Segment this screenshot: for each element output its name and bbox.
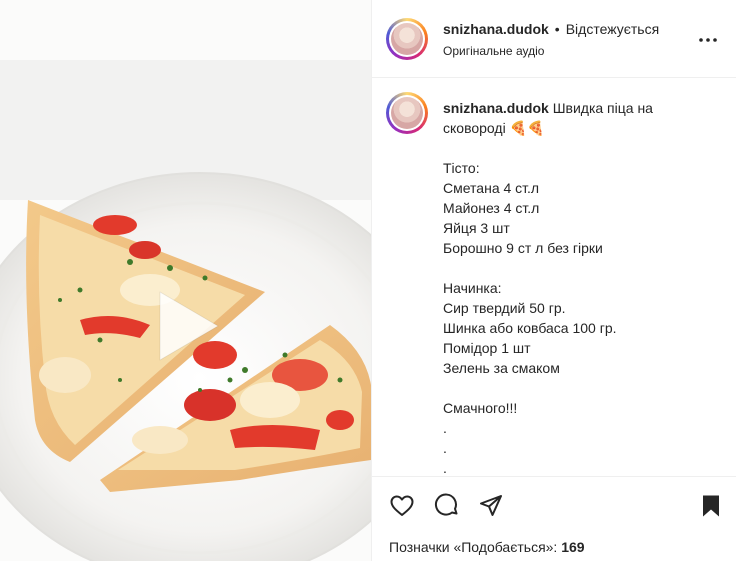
caption-lines: Тісто: Сметана 4 ст.л Майонез 4 ст.л Яйця 3… — [443, 138, 703, 476]
header-line: snizhana.dudok • Відстежується — [443, 21, 659, 37]
post-side-panel: snizhana.dudok • Відстежується Оригінальне… — [371, 0, 736, 561]
caption-line: . — [443, 440, 447, 456]
separator-dot: • — [554, 21, 560, 37]
caption-username[interactable]: snizhana.dudok — [443, 100, 549, 116]
post-header: snizhana.dudok • Відстежується Оригінальне… — [372, 0, 736, 78]
caption-text: snizhana.dudok Швидка піца на сковороді … — [443, 98, 703, 476]
caption-line: Тісто: — [443, 160, 480, 176]
caption-line: Борошно 9 ст л без гірки — [443, 240, 603, 256]
caption-line: . — [443, 420, 447, 436]
post-media[interactable] — [0, 0, 371, 561]
caption-line: Майонез 4 ст.л — [443, 200, 540, 216]
likes-count[interactable]: Позначки «Подобається»: 169 — [389, 539, 585, 555]
likes-number: 169 — [561, 539, 585, 555]
caption-avatar[interactable] — [386, 92, 428, 134]
caption-line: Шинка або ковбаса 100 гр. — [443, 320, 617, 336]
caption-title-line: snizhana.dudok Швидка піца на сковороді … — [443, 98, 703, 138]
play-icon[interactable] — [154, 288, 222, 364]
caption-line: Сир твердий 50 гр. — [443, 300, 566, 316]
caption-area: snizhana.dudok Швидка піца на сковороді … — [372, 78, 736, 476]
avatar[interactable] — [386, 18, 428, 60]
bookmark-icon[interactable] — [698, 493, 724, 519]
caption-line: Помідор 1 шт — [443, 340, 531, 356]
share-icon[interactable] — [478, 493, 504, 519]
heart-icon[interactable] — [389, 493, 415, 519]
likes-label: Позначки «Подобається»: — [389, 539, 558, 555]
more-options-icon[interactable] — [698, 30, 718, 50]
caption-line: Зелень за смаком — [443, 360, 560, 376]
caption-line: Начинка: — [443, 280, 502, 296]
comment-icon[interactable] — [434, 493, 460, 519]
audio-label[interactable]: Оригінальне аудіо — [443, 44, 544, 58]
author-username[interactable]: snizhana.dudok — [443, 21, 549, 37]
caption-line — [443, 258, 703, 278]
caption-line: Сметана 4 ст.л — [443, 180, 540, 196]
caption-line — [443, 138, 703, 158]
caption-line: Смачного!!! — [443, 400, 518, 416]
caption-line: Яйця 3 шт — [443, 220, 510, 236]
follow-status[interactable]: Відстежується — [566, 21, 659, 37]
caption-line — [443, 378, 703, 398]
pizza-photo — [0, 0, 371, 561]
caption-line: . — [443, 460, 447, 476]
actions-bar: Позначки «Подобається»: 169 — [372, 476, 736, 561]
